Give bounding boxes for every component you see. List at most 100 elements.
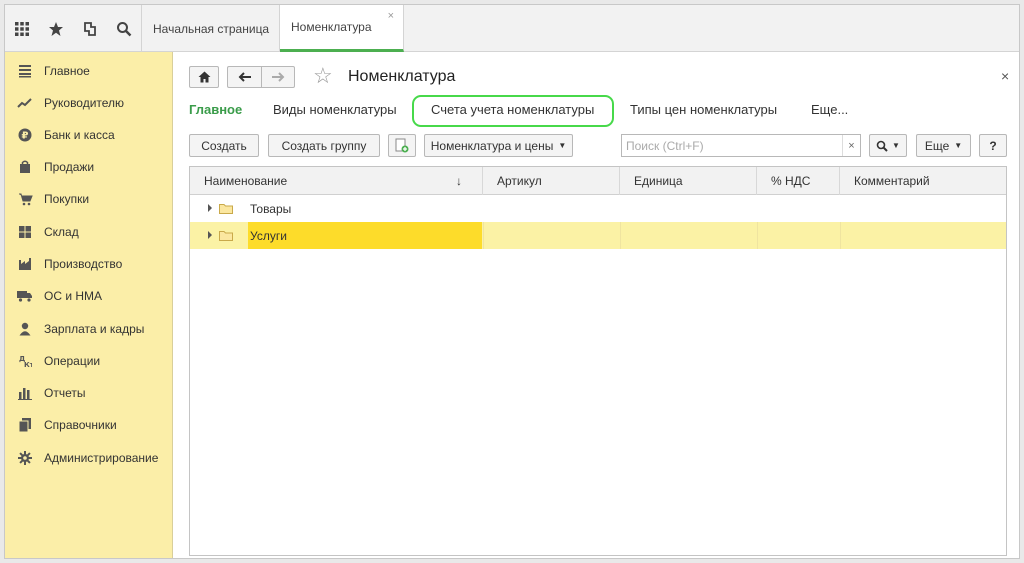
search-button[interactable]: ▼ xyxy=(869,134,907,157)
sidebar-item-salary[interactable]: Зарплата и кадры xyxy=(5,315,173,343)
cell-divider xyxy=(757,222,758,249)
more-button[interactable]: Еще ▼ xyxy=(916,134,971,157)
sidebar-item-label: Администрирование xyxy=(44,451,159,465)
ruble-icon: ₽ xyxy=(17,127,33,143)
row-name: Услуги xyxy=(250,229,287,243)
create-button-label: Создать xyxy=(201,138,247,153)
subnav-accounts[interactable]: Счета учета номенклатуры xyxy=(431,102,594,120)
column-name-label: Наименование xyxy=(204,174,288,188)
expand-arrow-icon[interactable] xyxy=(208,204,212,212)
sidebar-item-sales[interactable]: Продажи xyxy=(5,153,173,181)
search-placeholder: Поиск (Ctrl+F) xyxy=(626,139,704,153)
arrow-left-icon xyxy=(238,72,251,82)
svg-text:Кт: Кт xyxy=(24,361,32,368)
sidebar-item-production[interactable]: Производство xyxy=(5,250,173,278)
row-name: Товары xyxy=(250,202,292,216)
folder-icon xyxy=(219,204,233,214)
sidebar-item-warehouse[interactable]: Склад xyxy=(5,218,173,246)
table-row-selected[interactable]: Услуги xyxy=(190,222,1006,249)
apps-grid-icon[interactable] xyxy=(5,5,39,52)
create-group-label: Создать группу xyxy=(281,138,367,153)
column-article-label: Артикул xyxy=(497,174,542,188)
nomenclature-prices-button[interactable]: Номенклатура и цены ▼ xyxy=(424,134,573,157)
top-bar: Начальная страница Номенклатура × xyxy=(5,5,1019,52)
sidebar-item-directories[interactable]: Справочники xyxy=(5,411,173,439)
operations-icon: ДКт xyxy=(17,353,33,369)
cart-icon xyxy=(17,191,33,207)
column-unit[interactable]: Единица xyxy=(620,167,757,195)
bag-icon xyxy=(17,159,33,175)
table-row[interactable]: Товары xyxy=(190,195,1006,222)
chevron-down-icon: ▼ xyxy=(558,141,567,150)
forward-button[interactable] xyxy=(261,66,295,88)
search-input[interactable]: Поиск (Ctrl+F) × xyxy=(621,134,861,157)
trend-icon xyxy=(17,95,33,111)
page-title: Номенклатура xyxy=(348,68,456,85)
subnav-more[interactable]: Еще... xyxy=(811,102,848,120)
table-header: Наименование ↓ Артикул Единица % НДС Ком… xyxy=(190,167,1006,195)
sidebar-item-bank[interactable]: ₽ Банк и касса xyxy=(5,121,173,149)
nomenclature-prices-label: Номенклатура и цены xyxy=(430,138,554,153)
cell-divider xyxy=(483,222,484,249)
more-button-label: Еще xyxy=(924,138,950,153)
search-icon[interactable] xyxy=(107,5,141,52)
svg-text:₽: ₽ xyxy=(22,131,29,142)
search-icon xyxy=(876,140,888,152)
sidebar-item-reports[interactable]: Отчеты xyxy=(5,379,173,407)
sidebar-item-label: Отчеты xyxy=(44,386,86,400)
column-article[interactable]: Артикул xyxy=(483,167,620,195)
sidebar-item-main[interactable]: Главное xyxy=(5,57,173,85)
sidebar-item-label: Зарплата и кадры xyxy=(44,322,145,336)
clear-search-icon[interactable]: × xyxy=(842,135,860,156)
sidebar-item-label: Операции xyxy=(44,354,101,368)
create-group-button[interactable]: Создать группу xyxy=(268,134,380,157)
copy-button[interactable] xyxy=(388,134,416,157)
bar-chart-icon xyxy=(17,385,33,401)
history-icon[interactable] xyxy=(73,5,107,52)
help-button[interactable]: ? xyxy=(979,134,1007,157)
gear-icon xyxy=(17,450,33,466)
menu-lines-icon xyxy=(17,63,33,79)
home-icon xyxy=(198,71,210,83)
sidebar-item-label: Склад xyxy=(44,225,79,239)
tab-home-label: Начальная страница xyxy=(153,21,270,36)
sidebar-item-admin[interactable]: Администрирование xyxy=(5,444,173,472)
column-vat[interactable]: % НДС xyxy=(757,167,840,195)
column-name[interactable]: Наименование ↓ xyxy=(190,167,483,195)
sidebar-item-label: Главное xyxy=(44,64,90,78)
expand-arrow-icon[interactable] xyxy=(208,231,212,239)
column-comment-label: Комментарий xyxy=(854,174,930,188)
tab-close-icon[interactable]: × xyxy=(388,10,394,22)
star-icon[interactable] xyxy=(39,5,73,52)
sidebar-item-label: Продажи xyxy=(44,160,95,174)
sidebar-item-label: ОС и НМА xyxy=(44,289,103,303)
truck-icon xyxy=(17,288,33,304)
subnav-main[interactable]: Главное xyxy=(189,102,242,120)
create-button[interactable]: Создать xyxy=(189,134,259,157)
add-document-icon xyxy=(395,138,409,153)
person-icon xyxy=(17,321,33,337)
tab-nomenclature-label: Номенклатура xyxy=(291,20,372,34)
column-unit-label: Единица xyxy=(634,174,683,188)
column-vat-label: % НДС xyxy=(771,174,811,188)
sidebar-item-assets[interactable]: ОС и НМА xyxy=(5,282,173,310)
sort-down-icon[interactable]: ↓ xyxy=(456,167,462,195)
home-button[interactable] xyxy=(189,66,219,88)
chevron-down-icon: ▼ xyxy=(892,141,900,150)
tab-nomenclature[interactable]: Номенклатура × xyxy=(280,5,404,52)
arrow-right-icon xyxy=(272,72,285,82)
favorite-star-icon[interactable]: ☆ xyxy=(313,65,333,87)
help-label: ? xyxy=(989,138,997,153)
tab-home[interactable]: Начальная страница xyxy=(142,5,280,52)
cell-divider xyxy=(620,222,621,249)
column-comment[interactable]: Комментарий xyxy=(840,167,1006,195)
sidebar-item-operations[interactable]: ДКт Операции xyxy=(5,347,173,375)
close-icon[interactable]: × xyxy=(1001,68,1009,84)
sidebar-item-manager[interactable]: Руководителю xyxy=(5,89,173,117)
sidebar-item-purchases[interactable]: Покупки xyxy=(5,185,173,213)
subnav-kinds[interactable]: Виды номенклатуры xyxy=(273,102,397,120)
warehouse-icon xyxy=(17,224,33,240)
toolbar-icons xyxy=(5,5,141,52)
subnav-price-types[interactable]: Типы цен номенклатуры xyxy=(630,102,777,120)
back-button[interactable] xyxy=(227,66,261,88)
